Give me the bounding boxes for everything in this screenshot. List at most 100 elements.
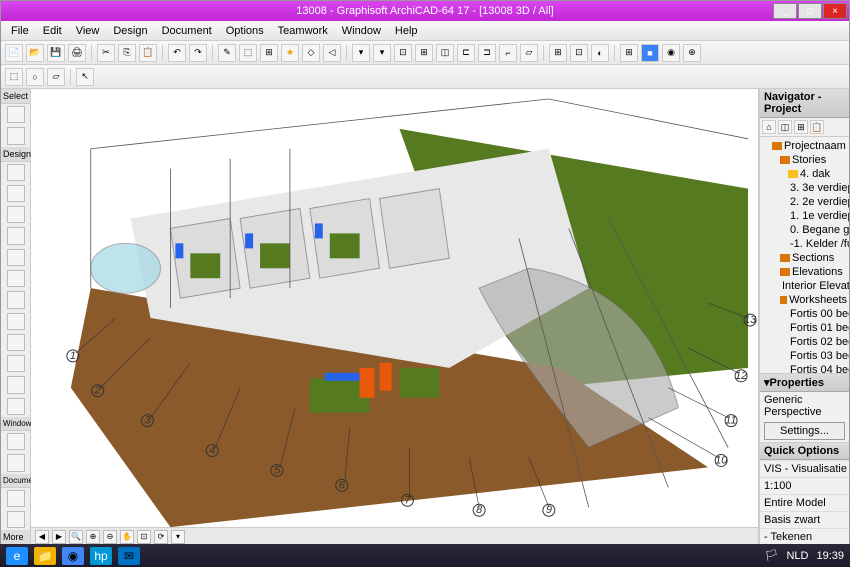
quickopt-item[interactable]: VIS - Visualisatie	[760, 460, 849, 477]
window-tool-icon[interactable]	[7, 206, 25, 223]
marquee-tool-icon[interactable]	[7, 127, 25, 144]
object-tool-icon[interactable]	[7, 454, 25, 471]
tree-interior[interactable]: Interior Elevation	[762, 279, 847, 293]
column-tool-icon[interactable]	[7, 227, 25, 244]
tree-ws-item[interactable]: Fortis 01 beg	[762, 321, 847, 335]
minimize-button[interactable]: _	[773, 3, 797, 19]
view-icon[interactable]: ▾	[171, 530, 185, 544]
morph-tool-icon[interactable]	[7, 398, 25, 415]
tool-icon[interactable]: ⊡	[570, 44, 588, 62]
tool-icon[interactable]: ▾	[373, 44, 391, 62]
menu-document[interactable]: Document	[156, 23, 218, 39]
tray-lang[interactable]: NLD	[786, 550, 808, 562]
tree-ws-item[interactable]: Fortis 00 beg	[762, 307, 847, 321]
arrow-tool-icon[interactable]	[7, 106, 25, 123]
copy-icon[interactable]: ⎘	[118, 44, 136, 62]
tool-icon[interactable]: ⬚	[239, 44, 257, 62]
tool-icon[interactable]: ◇	[302, 44, 320, 62]
settings-button[interactable]: Settings...	[764, 422, 845, 440]
open-icon[interactable]: 📂	[26, 44, 44, 62]
new-icon[interactable]: 📄	[5, 44, 23, 62]
tool-icon[interactable]: ▱	[520, 44, 538, 62]
arrow-icon[interactable]: ↖	[76, 68, 94, 86]
navigator-header[interactable]: Navigator - Project	[760, 89, 849, 118]
menu-design[interactable]: Design	[107, 23, 153, 39]
tree-stories[interactable]: Stories	[762, 153, 847, 167]
tree-story-item[interactable]: 4. dak	[762, 167, 847, 181]
tree-story-item[interactable]: 3. 3e verdiep	[762, 181, 847, 195]
explorer-icon[interactable]: 📁	[34, 547, 56, 565]
menu-options[interactable]: Options	[220, 23, 270, 39]
nav-mode-icon[interactable]: ⌂	[762, 120, 776, 134]
chrome-icon[interactable]: ◉	[62, 547, 84, 565]
dim-tool-icon[interactable]	[7, 490, 25, 507]
outlook-icon[interactable]: ✉	[118, 547, 140, 565]
tree-root[interactable]: Projectnaam	[762, 139, 847, 153]
lasso-icon[interactable]: ○	[26, 68, 44, 86]
zoom-icon[interactable]: ⊕	[86, 530, 100, 544]
tree-elevations[interactable]: Elevations	[762, 265, 847, 279]
tree-worksheets[interactable]: Worksheets	[762, 293, 847, 307]
tree-story-item[interactable]: 1. 1e verdiep	[762, 209, 847, 223]
tool-icon[interactable]: ■	[641, 44, 659, 62]
maximize-button[interactable]: □	[798, 3, 822, 19]
titlebar[interactable]: 13008 - Graphisoft ArchiCAD-64 17 - [130…	[1, 1, 849, 21]
tree-story-item[interactable]: 0. Begane gr	[762, 223, 847, 237]
menu-help[interactable]: Help	[389, 23, 424, 39]
tree-story-item[interactable]: -1. Kelder /fu	[762, 237, 847, 251]
close-button[interactable]: ×	[823, 3, 847, 19]
nav-icon[interactable]: ◀	[35, 530, 49, 544]
tree-ws-item[interactable]: Fortis 02 beg	[762, 335, 847, 349]
poly-icon[interactable]: ▱	[47, 68, 65, 86]
menu-teamwork[interactable]: Teamwork	[272, 23, 334, 39]
menu-view[interactable]: View	[70, 23, 106, 39]
shell-tool-icon[interactable]	[7, 334, 25, 351]
wall-tool-icon[interactable]	[7, 164, 25, 181]
tool-icon[interactable]: ⊞	[415, 44, 433, 62]
print-icon[interactable]: 🖨	[68, 44, 86, 62]
3d-viewport[interactable]: 1 2 3 4 5 6 7 8 9 10 11 12 13 ◀ ▶	[31, 89, 759, 545]
tree-story-item[interactable]: 2. 2e verdiep	[762, 195, 847, 209]
tool-icon[interactable]: ◉	[662, 44, 680, 62]
quickopt-item[interactable]: - Tekenen	[760, 528, 849, 545]
pan-icon[interactable]: ✋	[120, 530, 134, 544]
marquee-icon[interactable]: ⬚	[5, 68, 23, 86]
mesh-tool-icon[interactable]	[7, 355, 25, 372]
zone-tool-icon[interactable]	[7, 376, 25, 393]
tool-icon[interactable]: ⊡	[394, 44, 412, 62]
nav-mode-icon[interactable]: 📋	[810, 120, 824, 134]
stair-tool-icon[interactable]	[7, 291, 25, 308]
slab-tool-icon[interactable]	[7, 270, 25, 287]
fit-icon[interactable]: ⊡	[137, 530, 151, 544]
menu-file[interactable]: File	[5, 23, 35, 39]
undo-icon[interactable]: ↶	[168, 44, 186, 62]
hp-icon[interactable]: hp	[90, 547, 112, 565]
ie-icon[interactable]: e	[6, 547, 28, 565]
tree-sections[interactable]: Sections	[762, 251, 847, 265]
project-tree[interactable]: Projectnaam Stories 4. dak 3. 3e verdiep…	[760, 137, 849, 373]
tool-icon[interactable]: ✎	[218, 44, 236, 62]
properties-header[interactable]: ▾ Properties	[760, 374, 849, 392]
system-tray[interactable]: 🏳 NLD 19:39	[764, 549, 844, 562]
door-tool-icon[interactable]	[7, 185, 25, 202]
roof-tool-icon[interactable]	[7, 313, 25, 330]
tool-icon[interactable]: ⊞	[549, 44, 567, 62]
quickopt-item[interactable]: Entire Model	[760, 494, 849, 511]
nav-mode-icon[interactable]: ◫	[778, 120, 792, 134]
tray-flag-icon[interactable]: 🏳	[764, 549, 778, 562]
tool-icon[interactable]: ▾	[352, 44, 370, 62]
cut-icon[interactable]: ✂	[97, 44, 115, 62]
orbit-icon[interactable]: ⟳	[154, 530, 168, 544]
tool-icon[interactable]: ⊞	[620, 44, 638, 62]
text-tool-icon[interactable]	[7, 511, 25, 528]
menu-window[interactable]: Window	[336, 23, 387, 39]
zoom-icon[interactable]: 🔍	[69, 530, 83, 544]
windows-taskbar[interactable]: e 📁 ◉ hp ✉ 🏳 NLD 19:39	[0, 544, 850, 567]
paste-icon[interactable]: 📋	[139, 44, 157, 62]
quickopt-item[interactable]: Basis zwart	[760, 511, 849, 528]
tool-icon[interactable]: ⊏	[457, 44, 475, 62]
beam-tool-icon[interactable]	[7, 249, 25, 266]
quickoptions-header[interactable]: Quick Options	[760, 443, 849, 460]
tool-icon[interactable]: ◁	[323, 44, 341, 62]
tool-icon[interactable]: ⊕	[683, 44, 701, 62]
